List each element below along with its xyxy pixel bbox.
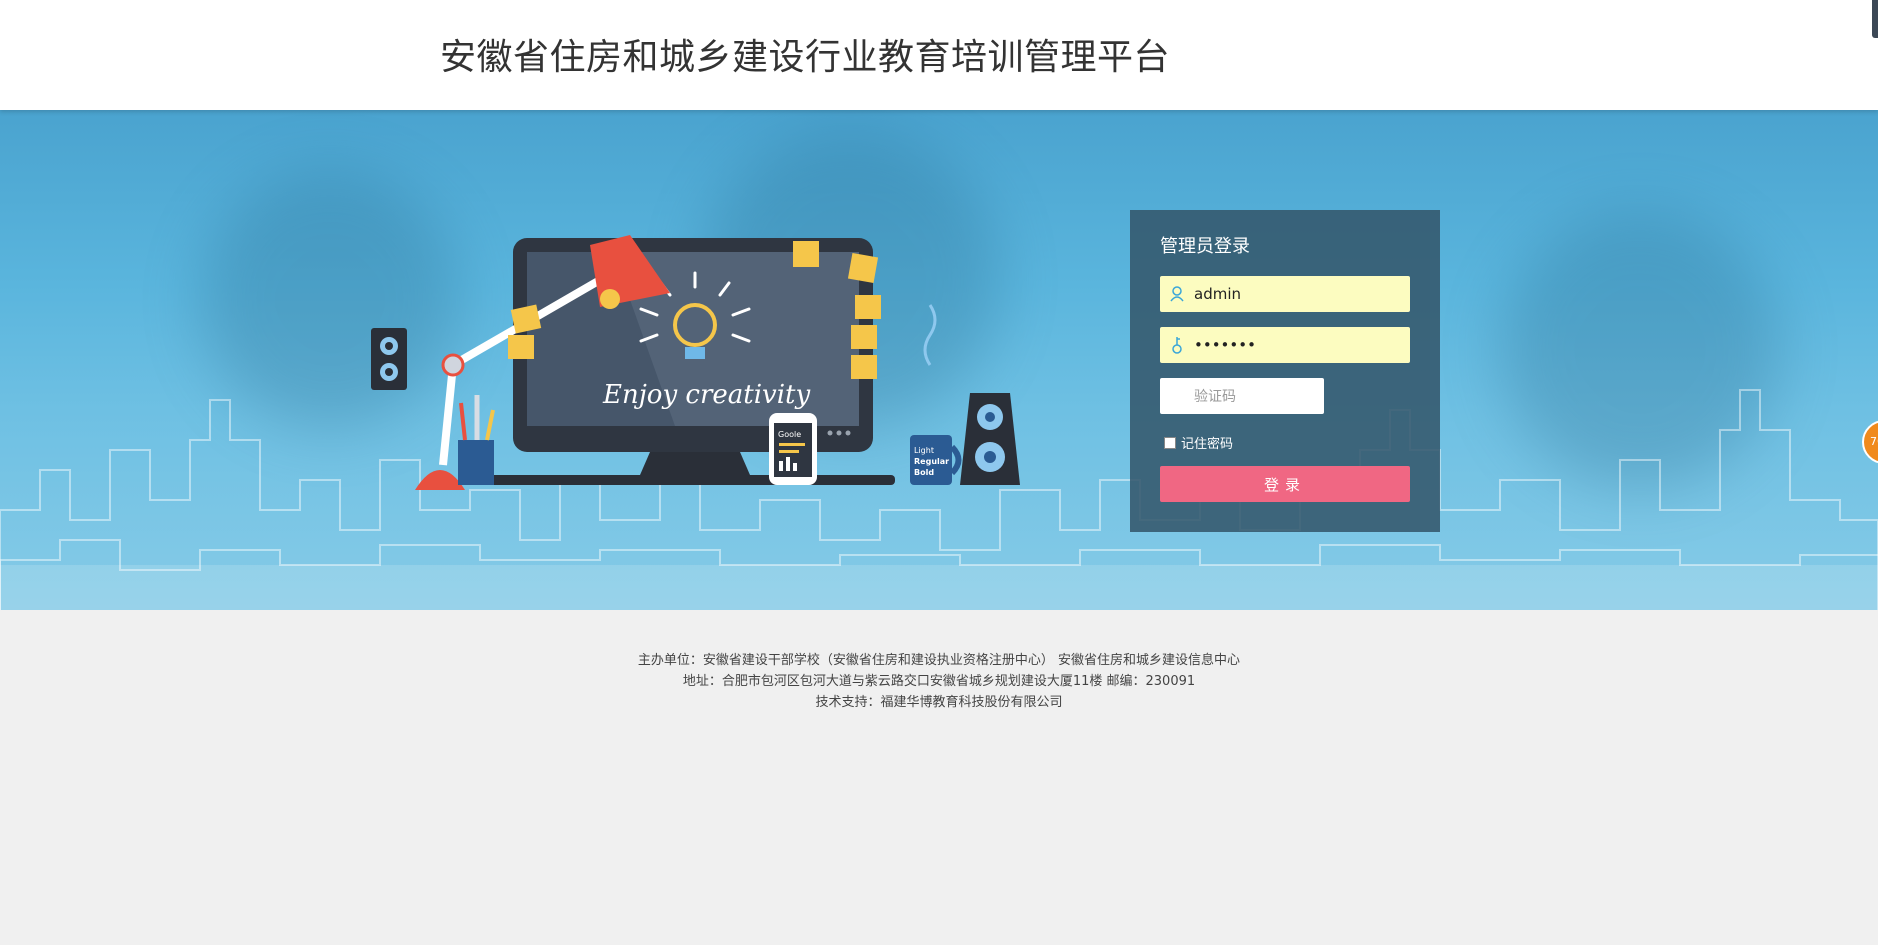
password-value: •••••••	[1194, 336, 1256, 354]
login-button[interactable]: 登录	[1160, 466, 1410, 502]
mug-text-bold: Bold	[914, 468, 934, 477]
username-value: admin	[1194, 285, 1241, 303]
user-icon	[1160, 286, 1194, 302]
username-field[interactable]: admin	[1160, 276, 1410, 312]
password-field[interactable]: •••••••	[1160, 327, 1410, 363]
footer-address: 地址：合肥市包河区包河大道与紫云路交口安徽省城乡规划建设大厦11楼 邮编：230…	[682, 674, 1196, 689]
remember-label: 记住密码	[1181, 437, 1234, 452]
login-title: 管理员登录	[1160, 236, 1250, 257]
mug-text-regular: Regular	[914, 457, 949, 466]
key-icon	[1160, 336, 1194, 354]
mug-text-light: Light	[914, 446, 934, 455]
phone-label: Goole	[778, 430, 801, 439]
admin-login-panel: 管理员登录 admin ••••••• 验证码 记住密码 登录	[1130, 210, 1440, 532]
illustration-caption: Enjoy creativity	[602, 380, 810, 410]
remember-password[interactable]: 记住密码	[1164, 433, 1233, 452]
captcha-placeholder: 验证码	[1194, 389, 1236, 405]
page-footer: 主办单位：安徽省建设干部学校（安徽省住房和建设执业资格注册中心） 安徽省住房和城…	[0, 650, 1878, 713]
scrollbar-thumb[interactable]	[1872, 0, 1878, 38]
page-header: 安徽省住房和城乡建设行业教育培训管理平台	[0, 0, 1878, 110]
enjoy-creativity-illustration: Enjoy creativity Goole Light Regular Bol…	[371, 235, 1020, 490]
platform-title: 安徽省住房和城乡建设行业教育培训管理平台	[440, 37, 1171, 78]
captcha-input[interactable]: 验证码	[1160, 378, 1324, 414]
footer-support: 技术支持：福建华博教育科技股份有限公司	[815, 695, 1063, 710]
footer-sponsor: 主办单位：安徽省建设干部学校（安徽省住房和建设执业资格注册中心） 安徽省住房和城…	[637, 653, 1241, 668]
remember-checkbox[interactable]	[1164, 436, 1176, 449]
hero-banner: Enjoy creativity Goole Light Regular Bol…	[0, 110, 1878, 610]
